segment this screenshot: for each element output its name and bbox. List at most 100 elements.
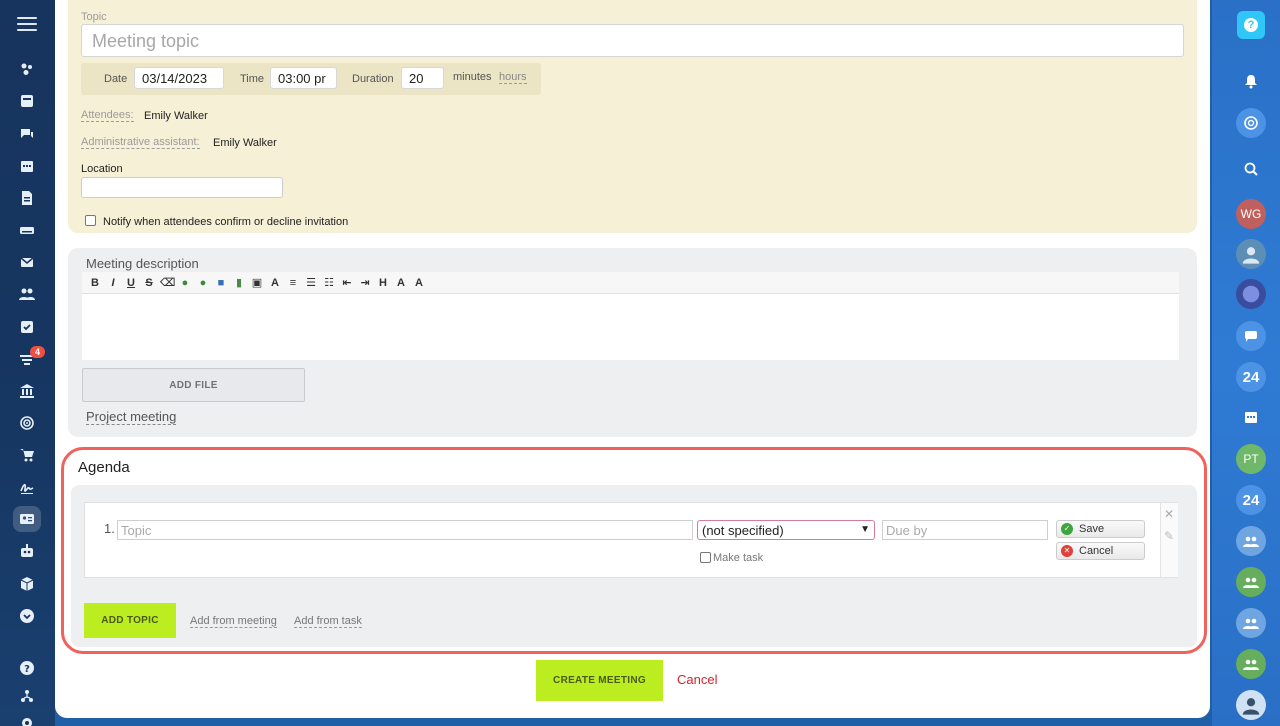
attendees-label[interactable]: Attendees: xyxy=(81,109,134,122)
eraser-icon[interactable]: ⌫ xyxy=(160,276,176,289)
bitrix24-icon[interactable]: 24 xyxy=(1236,362,1266,392)
outdent-icon[interactable]: ⇤ xyxy=(340,276,354,289)
duration-label: Duration xyxy=(352,73,394,85)
box-icon[interactable] xyxy=(13,571,41,597)
notify-checkbox[interactable] xyxy=(85,215,96,226)
cancel-link[interactable]: Cancel xyxy=(677,672,717,687)
group-chat-icon[interactable] xyxy=(1236,321,1266,351)
settings-gear-icon[interactable] xyxy=(13,710,41,726)
add-from-task-link[interactable]: Add from task xyxy=(294,615,362,628)
structure-icon[interactable] xyxy=(13,683,41,709)
unordered-list-icon[interactable]: ☷ xyxy=(322,276,336,289)
location-input[interactable] xyxy=(81,177,283,198)
document-icon[interactable] xyxy=(13,185,41,211)
group-icon-3[interactable] xyxy=(1236,608,1266,638)
avatar-user-photo-2[interactable] xyxy=(1236,690,1266,720)
edit-pencil-icon[interactable]: ✎ xyxy=(1164,529,1174,543)
heading-icon[interactable]: H xyxy=(376,277,390,289)
date-time-strip: Date 03/14/2023 Time 03:00 pr Duration 2… xyxy=(81,63,541,95)
meetings-icon[interactable] xyxy=(13,506,41,532)
topic-input[interactable]: Meeting topic xyxy=(81,24,1184,57)
unlink-icon[interactable]: ● xyxy=(196,277,210,289)
strikethrough-icon[interactable]: S xyxy=(142,277,156,289)
agenda-item-number: 1. xyxy=(104,521,115,536)
make-task-checkbox[interactable] xyxy=(700,552,711,563)
link-icon[interactable]: ● xyxy=(178,277,192,289)
employees-icon[interactable] xyxy=(13,281,41,307)
search-icon[interactable] xyxy=(1236,154,1266,184)
attendees-value[interactable]: Emily Walker xyxy=(144,110,208,122)
item-actions-strip: ✕ ✎ xyxy=(1160,503,1178,577)
target-icon[interactable] xyxy=(13,410,41,436)
agenda-item: 1. Topic (not specified) ▼ Due by Make t… xyxy=(84,502,1178,578)
italic-icon[interactable]: I xyxy=(106,277,120,289)
menu-icon[interactable] xyxy=(17,17,37,35)
duration-input[interactable]: 20 xyxy=(401,67,444,89)
main-panel: Topic Meeting topic Date 03/14/2023 Time… xyxy=(55,0,1210,718)
due-by-input[interactable]: Due by xyxy=(882,520,1048,540)
bitrix24-icon-2[interactable]: 24 xyxy=(1236,485,1266,515)
notifications-icon[interactable] xyxy=(1236,66,1266,96)
font-size-icon[interactable]: A xyxy=(394,277,408,289)
tasks-icon[interactable] xyxy=(13,314,41,340)
image-icon[interactable]: ■ xyxy=(214,277,228,289)
cart-icon[interactable] xyxy=(13,442,41,468)
agenda-topic-input[interactable]: Topic xyxy=(117,520,693,540)
add-from-meeting-link[interactable]: Add from meeting xyxy=(190,615,277,628)
topic-label: Topic xyxy=(81,11,107,23)
assistant-label[interactable]: Administrative assistant: xyxy=(81,136,200,149)
cancel-item-button[interactable]: ✕ Cancel xyxy=(1056,542,1145,560)
create-meeting-button[interactable]: CREATE MEETING xyxy=(536,660,663,701)
font-family-icon[interactable]: A xyxy=(412,277,426,289)
chat-icon[interactable] xyxy=(13,121,41,147)
avatar-wg[interactable]: WG xyxy=(1236,199,1266,229)
add-file-button[interactable]: ADD FILE xyxy=(82,368,305,402)
group-icon-2[interactable] xyxy=(1236,567,1266,597)
responsible-select[interactable]: (not specified) ▼ xyxy=(697,520,875,540)
assistant-value[interactable]: Emily Walker xyxy=(213,137,277,149)
paste-icon[interactable]: ▣ xyxy=(250,276,264,289)
time-label: Time xyxy=(240,73,265,85)
left-sidebar: 4 ? xyxy=(0,0,55,726)
indent-icon[interactable]: ⇥ xyxy=(358,276,372,289)
avatar-pt[interactable]: PT xyxy=(1236,444,1266,474)
more-chevron-icon[interactable] xyxy=(13,603,41,629)
location-label: Location xyxy=(81,163,123,175)
robot-icon[interactable] xyxy=(13,538,41,564)
cancel-x-icon: ✕ xyxy=(1061,545,1073,557)
description-editor[interactable] xyxy=(82,294,1179,360)
project-meeting-link[interactable]: Project meeting xyxy=(86,409,177,425)
calendar-icon[interactable] xyxy=(13,153,41,179)
help-icon[interactable]: ? xyxy=(13,655,41,681)
cancel-item-button-label: Cancel xyxy=(1079,545,1114,557)
video-icon[interactable]: ▮ xyxy=(232,276,246,289)
activity-icon[interactable] xyxy=(13,56,41,82)
avatar-group-photo[interactable] xyxy=(1236,279,1266,309)
duration-unit-hours-link[interactable]: hours xyxy=(499,71,527,84)
date-input[interactable]: 03/14/2023 xyxy=(134,67,224,89)
calendar-icon[interactable] xyxy=(1236,402,1266,432)
chevron-down-icon: ▼ xyxy=(860,524,870,535)
avatar-user-photo[interactable] xyxy=(1236,239,1266,269)
meeting-details-panel: Topic Meeting topic Date 03/14/2023 Time… xyxy=(68,0,1197,233)
messenger-search-icon[interactable] xyxy=(1236,108,1266,138)
help-button[interactable]: ? xyxy=(1237,11,1265,39)
underline-icon[interactable]: U xyxy=(124,277,138,289)
text-color-icon[interactable]: A xyxy=(268,277,282,289)
bold-icon[interactable]: B xyxy=(88,277,102,289)
close-icon[interactable]: ✕ xyxy=(1164,507,1174,521)
date-label: Date xyxy=(104,73,128,85)
feed-icon[interactable] xyxy=(13,88,41,114)
mail-icon[interactable] xyxy=(13,249,41,275)
ordered-list-icon[interactable]: ☰ xyxy=(304,276,318,289)
add-topic-button[interactable]: ADD TOPIC xyxy=(84,603,176,638)
agenda-title: Agenda xyxy=(78,459,130,476)
group-icon-4[interactable] xyxy=(1236,649,1266,679)
signature-icon[interactable] xyxy=(13,474,41,500)
time-input[interactable]: 03:00 pr xyxy=(270,67,337,89)
bank-icon[interactable] xyxy=(13,378,41,404)
drive-icon[interactable] xyxy=(13,217,41,243)
align-icon[interactable]: ≡ xyxy=(286,277,300,289)
group-icon-1[interactable] xyxy=(1236,526,1266,556)
save-button[interactable]: ✓ Save xyxy=(1056,520,1145,538)
